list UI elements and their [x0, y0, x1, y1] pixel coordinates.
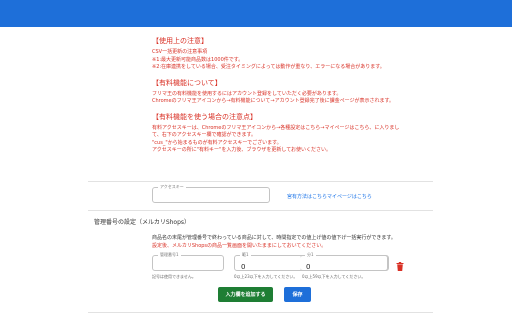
paid-feature-title: 【有料機能について】	[152, 78, 222, 87]
access-key-label: アクセスキー	[158, 184, 186, 190]
hour-value: 0	[241, 263, 246, 271]
hour-label: 範1	[240, 252, 251, 258]
paid-caution-line: 有料アクセスキーは、Chromeのフリマ王アイコンから→各種設定はこちら→マイペ…	[152, 124, 400, 139]
minute-input[interactable]: 分1 0	[300, 252, 388, 271]
usage-notice-line: ※2:在庫連携をしている場合、受注タイミングによっては動作が重なり、エラーになる…	[152, 64, 385, 70]
minute-helper: 0以上59以下を入力してください。	[302, 274, 366, 279]
paid-feature-line: フリマ王の有料機能を使用するにはアカウント登録をしていただく必要があります。	[152, 90, 342, 97]
management-number-label: 管理番号1	[158, 252, 181, 258]
add-input-row-button[interactable]: 入力欄を追加する	[218, 287, 273, 302]
management-number-helper: 記号は使用できません。	[152, 274, 196, 279]
section-divider	[88, 210, 433, 211]
paid-feature-line: Chromeのフリマ王アイコンから→有料機能について→アカウント登録完了後に課金…	[152, 98, 394, 104]
purchase-method-link[interactable]: 宮有方法はこちら	[287, 193, 327, 200]
mypage-link[interactable]: マイページはこちら	[327, 193, 372, 200]
section-divider	[88, 312, 433, 313]
management-number-title: 管理番号の設定（メルカリShops）	[94, 219, 191, 226]
usage-notice-title: 【使用上の注意】	[152, 37, 208, 45]
usage-notice-line: CSV一括更新の注意事項	[152, 49, 208, 55]
trash-icon[interactable]	[396, 262, 404, 271]
notice-panel: 【使用上の注意】 CSV一括更新の注意事項 ※1:最大更新可能商品数は1000件…	[152, 36, 402, 155]
paid-caution-title: 【有料機能を使う場合の注意点】	[152, 112, 257, 121]
usage-notice-line: ※1:最大更新可能商品数は1000件です。	[152, 56, 244, 63]
management-description: 商品名の末尾が管理番号で終わっている商品に対して、時間指定での値上げ値の値下げ一…	[152, 235, 396, 241]
minute-value: 0	[306, 263, 311, 271]
management-number-input[interactable]: 管理番号1	[152, 252, 224, 271]
minute-label: 分1	[305, 252, 316, 258]
access-key-input[interactable]: アクセスキー	[152, 184, 270, 203]
top-app-bar	[0, 0, 512, 27]
hour-helper: 0以上23以下を入力してください。	[234, 274, 298, 279]
section-divider	[88, 181, 433, 182]
paid-caution-line: "cus_"から始まるものが有料アクセスキーでございます。	[152, 139, 282, 146]
save-button[interactable]: 保存	[284, 287, 311, 302]
management-warning: 設定後、メルカリShopsの商品一覧画面を開いたままにしておいてください。	[152, 243, 327, 249]
paid-caution-line: アクセスキーの所に"有料キー"を入力後、ブラウザを更新してお使いください。	[152, 147, 332, 153]
